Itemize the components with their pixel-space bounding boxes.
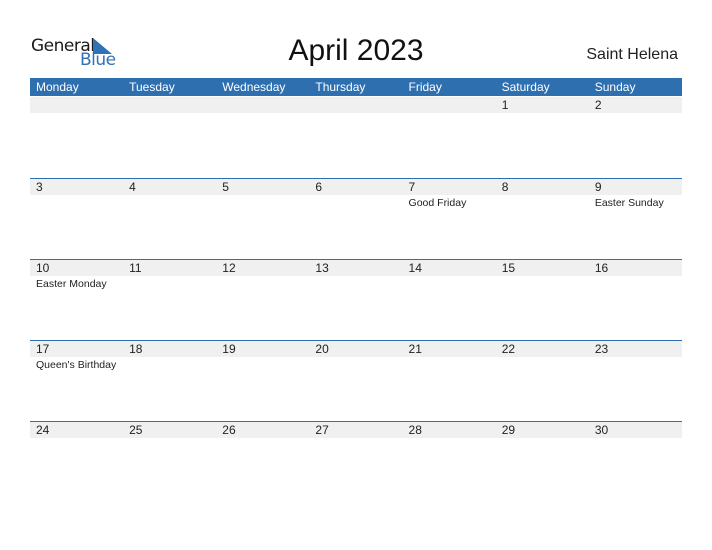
day-cell: 13 [309, 260, 402, 341]
day-number: 9 [594, 180, 602, 194]
weekday-thursday: Thursday [315, 80, 366, 94]
day-number: 16 [594, 261, 609, 275]
day-cell: 25 [123, 422, 216, 503]
weekday-monday: Monday [36, 80, 79, 94]
day-number: 29 [501, 423, 516, 437]
holiday-label: Good Friday [408, 197, 467, 209]
day-cell: 4 [123, 179, 216, 260]
day-number: 24 [36, 423, 50, 437]
day-cell: 9 Easter Sunday [589, 179, 682, 260]
day-cell: 7 Good Friday [403, 179, 496, 260]
day-cell: 22 [496, 341, 589, 422]
day-cell: 1 [496, 97, 589, 178]
day-number: 28 [408, 423, 422, 437]
weekday-wednesday: Wednesday [222, 80, 286, 94]
day-cell: 23 [589, 341, 682, 422]
day-number: 19 [222, 342, 236, 356]
day-number: 26 [222, 423, 236, 437]
day-cell: 10 Easter Monday [30, 260, 123, 341]
day-number: 22 [501, 342, 516, 356]
holiday-label: Easter Monday [36, 278, 107, 290]
week-row: 17 Queen's Birthday 18 19 20 21 22 23 [30, 340, 682, 422]
weekday-sunday: Sunday [594, 80, 636, 94]
day-cell: 19 [216, 341, 309, 422]
day-cell [30, 97, 123, 178]
day-number: 2 [594, 98, 602, 112]
day-number: 18 [129, 342, 143, 356]
day-number: 13 [315, 261, 329, 275]
day-cell: 2 [589, 97, 682, 178]
day-number: 27 [315, 423, 329, 437]
week-row: 10 Easter Monday 11 12 13 14 15 16 [30, 259, 682, 341]
day-cell: 15 [496, 260, 589, 341]
day-number: 5 [222, 180, 229, 194]
day-cell: 18 [123, 341, 216, 422]
day-number: 30 [594, 423, 609, 437]
day-number: 14 [408, 261, 422, 275]
day-number: 4 [129, 180, 136, 194]
day-cell: 17 Queen's Birthday [30, 341, 123, 422]
day-cell: 5 [216, 179, 309, 260]
day-number: 1 [501, 98, 509, 112]
day-cell [123, 97, 216, 178]
day-cell: 20 [309, 341, 402, 422]
day-cell: 29 [496, 422, 589, 503]
week-row: 3 4 5 6 7 Good Friday 8 9 Easter Sunday [30, 178, 682, 260]
day-number: 8 [501, 180, 509, 194]
day-number: 7 [408, 180, 416, 194]
week-row: 24 25 26 27 28 29 30 [30, 421, 682, 503]
holiday-label: Queen's Birthday [36, 359, 117, 371]
day-number: 11 [129, 261, 142, 275]
day-number: 6 [315, 180, 323, 194]
day-cell: 14 [403, 260, 496, 341]
day-cell: 16 [589, 260, 682, 341]
day-cell: 26 [216, 422, 309, 503]
day-cell: 3 [30, 179, 123, 260]
day-cell: 30 [589, 422, 682, 503]
weekday-tuesday: Tuesday [129, 80, 175, 94]
day-number: 10 [36, 261, 50, 275]
day-number: 15 [501, 261, 516, 275]
holiday-label: Easter Sunday [594, 197, 664, 209]
day-cell: 21 [403, 341, 496, 422]
weekday-saturday: Saturday [501, 80, 550, 94]
day-cell: 27 [309, 422, 402, 503]
day-number: 20 [315, 342, 329, 356]
day-number: 25 [129, 423, 143, 437]
day-cell [403, 97, 496, 178]
day-number: 21 [408, 342, 422, 356]
day-number: 3 [36, 180, 43, 194]
day-cell [216, 97, 309, 178]
country-name: Saint Helena [586, 46, 678, 63]
day-number: 23 [594, 342, 609, 356]
day-number: 17 [36, 342, 50, 356]
week-row: 12 [30, 97, 682, 178]
day-cell: 6 [309, 179, 402, 260]
day-cell [309, 97, 402, 178]
day-cell: 12 [216, 260, 309, 341]
day-cell: 24 [30, 422, 123, 503]
day-cell: 11 [123, 260, 216, 341]
day-number: 12 [222, 261, 236, 275]
day-cell: 8 [496, 179, 589, 260]
weekday-friday: Friday [408, 80, 442, 94]
day-cell: 28 [403, 422, 496, 503]
weekday-header: Monday Tuesday Wednesday Thursday Friday… [30, 78, 682, 96]
